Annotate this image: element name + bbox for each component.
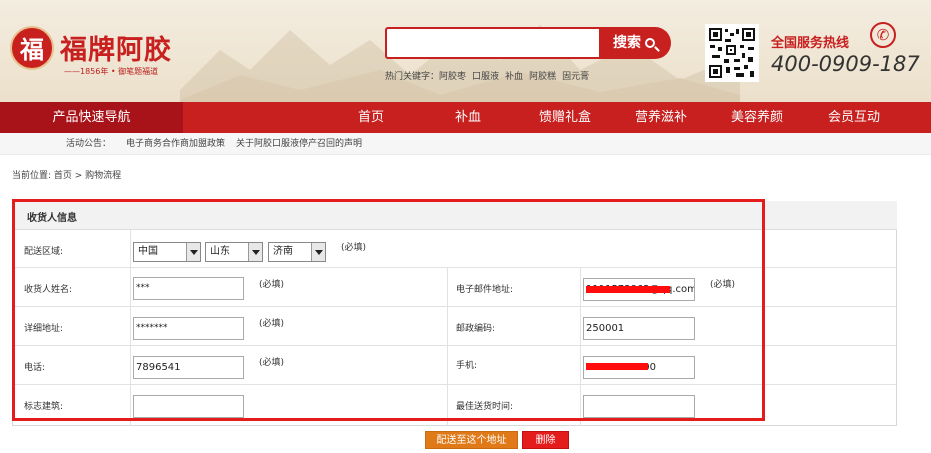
nav-item-beauty[interactable]: 美容养颜 [717, 102, 797, 133]
hot-keyword[interactable]: 阿胶枣 [439, 72, 466, 82]
nav-item-gift[interactable]: 馈赠礼盒 [525, 102, 605, 133]
breadcrumb: 当前位置: 首页 > 购物流程 [12, 171, 122, 181]
search-button[interactable]: 搜索 [599, 27, 671, 59]
logo-text: 福牌阿胶 [60, 35, 172, 66]
nav-item-blood[interactable]: 补血 [428, 102, 508, 133]
nav-item-member[interactable]: 会员互动 [814, 102, 894, 133]
nav-item-home[interactable]: 首页 [331, 102, 411, 133]
logo-seal-icon: 福 [10, 26, 54, 70]
hot-keyword[interactable]: 阿胶糕 [529, 72, 556, 82]
delete-button[interactable]: 删除 [522, 431, 569, 449]
hot-keyword[interactable]: 固元膏 [562, 72, 589, 82]
notice-link[interactable]: 电子商务合作商加盟政策 [126, 133, 225, 155]
hot-keywords: 热门关键字：阿胶枣 口服液 补血 阿胶糕 固元膏 [385, 69, 595, 82]
hot-keyword[interactable]: 补血 [505, 72, 523, 82]
hotline-label: 全国服务热线 [771, 36, 850, 51]
highlight-annotation [12, 199, 765, 421]
site-logo[interactable]: 福 福牌阿胶 ——1856年 • 御笔题福道 [8, 22, 178, 80]
hotline-number: 400-0909-187 [771, 52, 920, 76]
search-icon [645, 38, 655, 48]
hot-keywords-label: 热门关键字： [385, 72, 440, 82]
qr-code-icon [705, 24, 759, 82]
logo-tagline: ——1856年 • 御笔题福道 [64, 67, 159, 76]
search-input[interactable] [385, 27, 599, 59]
search-button-label: 搜索 [613, 35, 641, 51]
hot-keyword[interactable]: 口服液 [472, 72, 499, 82]
phone-icon: ✆ [870, 22, 896, 48]
nav-item-nutrition[interactable]: 营养滋补 [621, 102, 701, 133]
notice-label: 活动公告： [66, 139, 112, 149]
ship-to-address-button[interactable]: 配送至这个地址 [425, 431, 518, 449]
notice-bar: 活动公告： 电子商务合作商加盟政策 关于阿胶口服液停产召回的声明 [0, 133, 931, 155]
nav-product-quick[interactable]: 产品快速导航 [0, 102, 183, 133]
notice-link[interactable]: 关于阿胶口服液停产召回的声明 [236, 133, 362, 155]
main-nav: 产品快速导航 首页 补血 馈赠礼盒 营养滋补 美容养颜 会员互动 [0, 102, 931, 133]
site-header: 福 福牌阿胶 ——1856年 • 御笔题福道 搜索 热门关键字：阿胶枣 口服液 补血… [0, 0, 931, 102]
